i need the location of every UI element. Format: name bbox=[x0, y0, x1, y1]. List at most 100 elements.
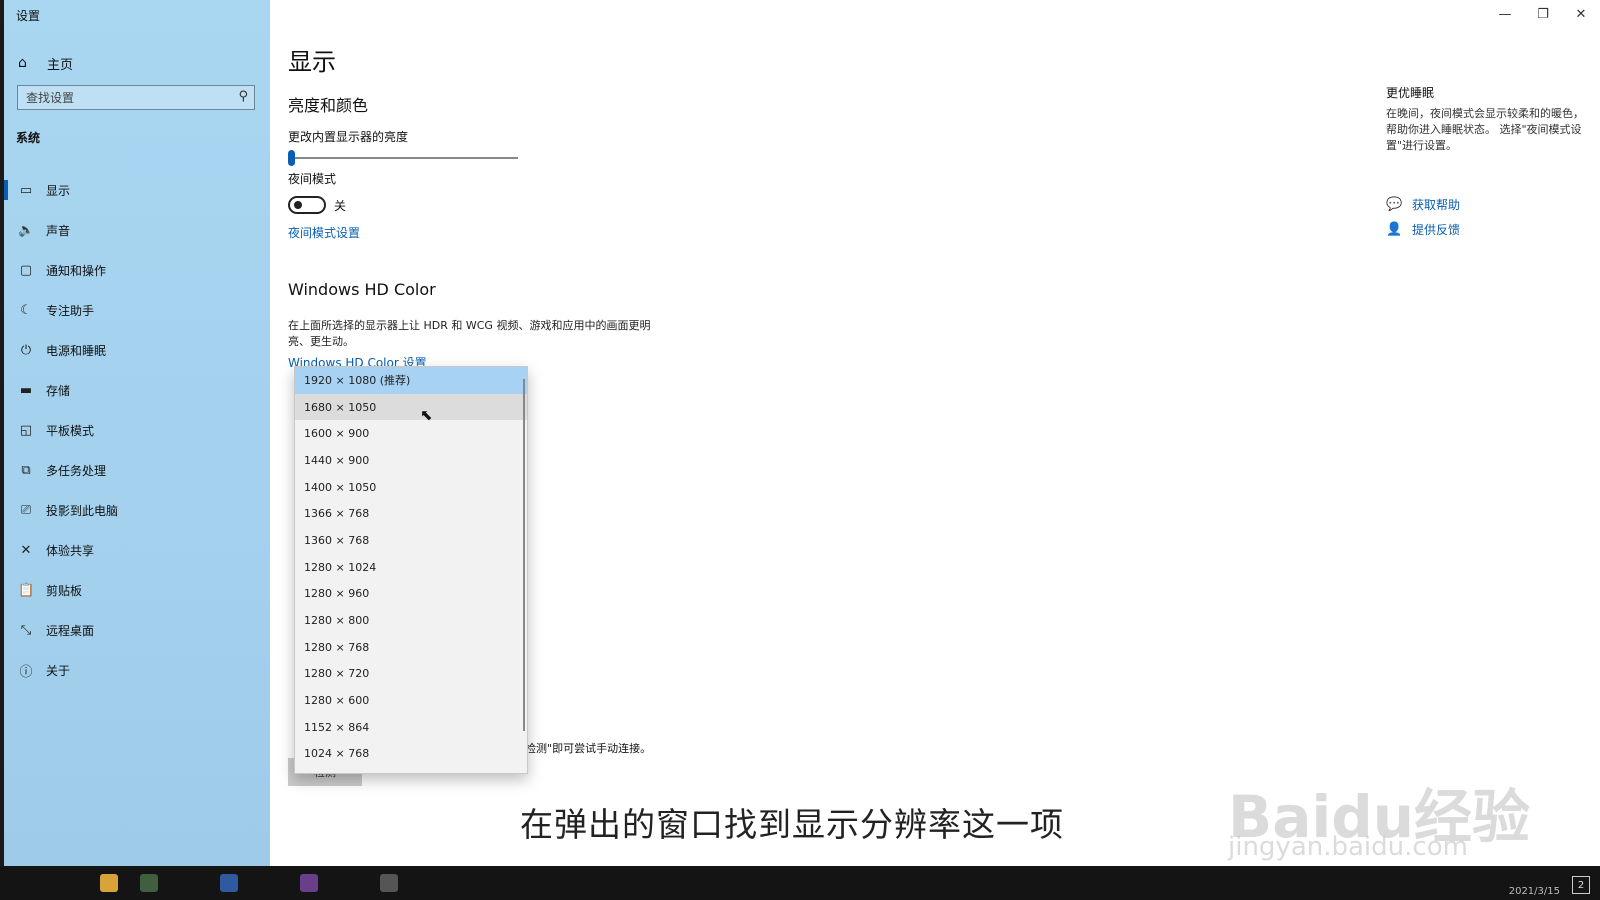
brightness-heading: 亮度和颜色 bbox=[288, 96, 369, 115]
taskbar-app-icon[interactable] bbox=[140, 874, 158, 892]
night-mode-toggle[interactable] bbox=[288, 196, 326, 214]
taskbar-app-icon[interactable] bbox=[380, 874, 398, 892]
sidebar-item-label: 体验共享 bbox=[46, 543, 95, 558]
sidebar-item-tablet[interactable]: ◱ 平板模式 bbox=[4, 410, 270, 450]
app-title: 设置 bbox=[16, 9, 41, 23]
resolution-option[interactable]: 1920 × 1080 (推荐) bbox=[295, 367, 527, 394]
moon-icon: ☾ bbox=[20, 302, 32, 318]
slider-thumb[interactable] bbox=[288, 150, 295, 166]
taskbar-date: 2021/3/15 bbox=[1508, 886, 1560, 897]
sidebar-item-label: 关于 bbox=[46, 663, 71, 678]
restore-icon[interactable]: ❐ bbox=[1524, 0, 1562, 28]
settings-window: 设置 ⌂ 主页 ⚲ 系统 ▭ 显示 🔈 声音 ▢ 通知和操作 ☾ bbox=[4, 0, 1600, 866]
resolution-option[interactable]: 1366 × 768 bbox=[295, 500, 527, 527]
clipboard-icon: 📋 bbox=[18, 582, 35, 598]
resolution-option[interactable]: 1680 × 1050 bbox=[295, 393, 527, 421]
resolution-option[interactable]: 1600 × 900 bbox=[295, 420, 527, 447]
sidebar-item-label: 平板模式 bbox=[46, 423, 95, 438]
right-panel-title: 更优睡眠 bbox=[1386, 86, 1435, 100]
share-icon: ✕ bbox=[20, 542, 32, 558]
get-help-label: 获取帮助 bbox=[1412, 198, 1461, 212]
detect-hint-text: "检测"即可尝试手动连接。 bbox=[520, 742, 652, 755]
dropdown-scrollbar[interactable] bbox=[523, 379, 525, 731]
sidebar-item-remote-desktop[interactable]: ⤡ 远程桌面 bbox=[4, 610, 270, 650]
monitor-icon: ▭ bbox=[19, 182, 33, 198]
sidebar-item-sound[interactable]: 🔈 声音 bbox=[4, 210, 270, 250]
feedback-label: 提供反馈 bbox=[1412, 223, 1461, 237]
power-icon: ⏻ bbox=[20, 342, 32, 358]
night-mode-label: 夜间模式 bbox=[288, 172, 337, 186]
taskbar-app-icon[interactable] bbox=[220, 874, 238, 892]
sidebar-item-power[interactable]: ⏻ 电源和睡眠 bbox=[4, 330, 270, 370]
get-help-link[interactable]: 💬 获取帮助 bbox=[1386, 196, 1460, 213]
resolution-option[interactable]: 1280 × 720 bbox=[295, 661, 527, 688]
sidebar-item-display[interactable]: ▭ 显示 bbox=[4, 170, 270, 210]
close-icon[interactable]: ✕ bbox=[1562, 0, 1600, 28]
sidebar-item-focus-assist[interactable]: ☾ 专注助手 bbox=[4, 290, 270, 330]
resolution-dropdown[interactable]: 1920 × 1080 (推荐) 1680 × 1050 1600 × 900 … bbox=[294, 366, 528, 774]
brightness-label: 更改内置显示器的亮度 bbox=[288, 130, 409, 144]
night-mode-settings-link[interactable]: 夜间模式设置 bbox=[288, 224, 360, 241]
toggle-knob bbox=[294, 201, 302, 209]
night-mode-state: 关 bbox=[334, 199, 347, 213]
tablet-icon: ◱ bbox=[19, 422, 33, 438]
sidebar-item-shared-experiences[interactable]: ✕ 体验共享 bbox=[4, 530, 270, 570]
sidebar-item-storage[interactable]: ▬ 存储 bbox=[4, 370, 270, 410]
resolution-option[interactable]: 1280 × 960 bbox=[295, 581, 527, 608]
sidebar-item-label: 存储 bbox=[46, 383, 71, 398]
home-label: 主页 bbox=[47, 57, 74, 73]
search-input[interactable] bbox=[18, 89, 228, 106]
sidebar-item-label: 专注助手 bbox=[46, 303, 95, 318]
resolution-option[interactable]: 1024 × 768 bbox=[295, 741, 527, 768]
notification-badge[interactable]: 2 bbox=[1572, 876, 1590, 894]
resolution-option[interactable]: 1280 × 768 bbox=[295, 634, 527, 661]
sidebar-item-project[interactable]: ⎚ 投影到此电脑 bbox=[4, 490, 270, 530]
remote-desktop-icon: ⤡ bbox=[20, 622, 32, 638]
hd-color-desc: 在上面所选择的显示器上让 HDR 和 WCG 视频、游戏和应用中的画面更明亮、更… bbox=[288, 319, 651, 348]
sidebar-home[interactable]: ⌂ 主页 bbox=[18, 52, 73, 74]
sidebar-item-multitasking[interactable]: ⧉ 多任务处理 bbox=[4, 450, 270, 490]
home-icon: ⌂ bbox=[18, 55, 27, 71]
chat-help-icon: 💬 bbox=[1386, 197, 1403, 212]
section-label: 系统 bbox=[16, 131, 41, 145]
resolution-option[interactable]: 1280 × 800 bbox=[295, 607, 527, 634]
taskbar bbox=[0, 866, 1600, 900]
slider-track bbox=[288, 157, 518, 159]
feedback-icon: 👤 bbox=[1386, 222, 1403, 237]
resolution-option[interactable]: 1280 × 1024 bbox=[295, 554, 527, 581]
sidebar-item-notifications[interactable]: ▢ 通知和操作 bbox=[4, 250, 270, 290]
resolution-option[interactable]: 1440 × 900 bbox=[295, 447, 527, 474]
page-title: 显示 bbox=[288, 48, 336, 76]
taskbar-app-icon[interactable] bbox=[300, 874, 318, 892]
search-box[interactable]: ⚲ bbox=[17, 85, 255, 110]
video-caption: 在弹出的窗口找到显示分辨率这一项 bbox=[520, 805, 1064, 844]
resolution-option[interactable]: 1360 × 768 bbox=[295, 527, 527, 554]
sidebar-item-label: 电源和睡眠 bbox=[46, 343, 107, 358]
project-icon: ⎚ bbox=[20, 502, 32, 518]
right-panel-desc: 在晚间，夜间模式会显示较柔和的暖色，帮助你进入睡眠状态。 选择"夜间模式设置"进… bbox=[1386, 107, 1584, 152]
sidebar-item-label: 通知和操作 bbox=[46, 263, 107, 278]
minimize-icon[interactable]: — bbox=[1486, 0, 1524, 28]
sidebar-item-clipboard[interactable]: 📋 剪贴板 bbox=[4, 570, 270, 610]
feedback-link[interactable]: 👤 提供反馈 bbox=[1386, 221, 1460, 238]
sidebar-nav: ▭ 显示 🔈 声音 ▢ 通知和操作 ☾ 专注助手 ⏻ 电源和睡眠 ▬ 存储 ◱ … bbox=[4, 170, 270, 690]
sidebar: 设置 ⌂ 主页 ⚲ 系统 ▭ 显示 🔈 声音 ▢ 通知和操作 ☾ bbox=[4, 0, 270, 866]
search-icon: ⚲ bbox=[238, 89, 248, 104]
brightness-slider[interactable] bbox=[288, 150, 518, 166]
multitask-icon: ⧉ bbox=[21, 462, 31, 478]
resolution-option[interactable]: 1280 × 600 bbox=[295, 687, 527, 714]
storage-icon: ▬ bbox=[19, 382, 33, 398]
sidebar-item-label: 声音 bbox=[46, 223, 71, 238]
resolution-option[interactable]: 1400 × 1050 bbox=[295, 474, 527, 501]
taskbar-app-icon[interactable] bbox=[100, 874, 118, 892]
notification-icon: ▢ bbox=[19, 262, 33, 278]
info-icon: ⓘ bbox=[19, 664, 33, 680]
sidebar-item-label: 剪贴板 bbox=[46, 583, 83, 598]
sidebar-item-about[interactable]: ⓘ 关于 bbox=[4, 650, 270, 690]
resolution-option[interactable]: 1152 × 864 bbox=[295, 714, 527, 741]
hd-color-heading: Windows HD Color bbox=[288, 280, 436, 299]
sidebar-item-label: 远程桌面 bbox=[46, 623, 95, 638]
sidebar-item-label: 投影到此电脑 bbox=[46, 503, 119, 518]
window-controls: — ❐ ✕ bbox=[1486, 0, 1600, 28]
mouse-cursor-icon: ⬉ bbox=[420, 406, 433, 424]
